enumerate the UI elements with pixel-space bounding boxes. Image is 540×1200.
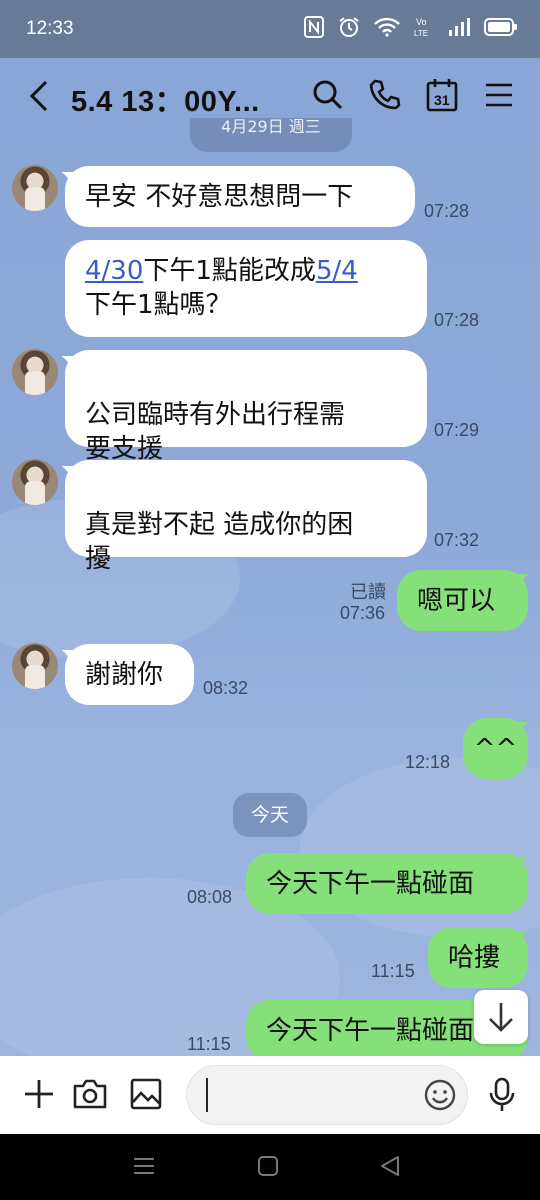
message-text: 哈摟	[448, 943, 501, 973]
call-button[interactable]	[366, 76, 404, 114]
arrow-down-icon	[489, 1003, 513, 1032]
status-time: 12:33	[26, 18, 74, 39]
message-bubble-incoming[interactable]: 真是對不起 造成你的困 擾	[65, 460, 427, 574]
message-time: 11:15	[371, 961, 415, 981]
avatar[interactable]	[12, 643, 58, 689]
system-back-button[interactable]	[378, 1154, 402, 1182]
message-text: 下午1點能改成	[143, 256, 316, 286]
date-chip-today: 今天	[233, 793, 307, 837]
nfc-icon	[304, 16, 324, 38]
search-icon	[313, 80, 343, 110]
message-time: 11:15	[187, 1034, 231, 1054]
message-bubble-outgoing[interactable]: 哈摟	[428, 927, 528, 988]
avatar[interactable]	[12, 459, 58, 505]
message-bubble-incoming[interactable]: 早安 不好意思想問一下	[65, 166, 415, 227]
scroll-to-bottom-button[interactable]	[474, 990, 528, 1044]
wifi-icon	[374, 17, 400, 37]
camera-icon	[73, 1079, 107, 1109]
recents-button[interactable]	[132, 1154, 156, 1182]
status-bar: 12:33 Vo LTE	[0, 0, 540, 58]
image-icon	[130, 1078, 162, 1110]
image-button[interactable]	[129, 1077, 163, 1115]
camera-button[interactable]	[72, 1077, 108, 1115]
text-caret	[206, 1078, 208, 1112]
status-icons: Vo LTE	[304, 16, 518, 38]
message-bubble-outgoing[interactable]: 嗯可以	[397, 570, 528, 631]
system-nav-bar	[0, 1134, 540, 1200]
back-icon	[29, 80, 48, 112]
back-nav-icon	[381, 1156, 399, 1176]
date-chip-partial: 4月29日 週三	[190, 118, 352, 152]
message-time: 07:29	[434, 420, 480, 440]
menu-icon	[486, 83, 512, 107]
message-bubble-incoming[interactable]: 4/30下午1點能改成5/4 下午1點嗎？	[65, 240, 427, 337]
message-text: 早安 不好意思想問一下	[85, 182, 354, 212]
avatar[interactable]	[12, 349, 58, 395]
chat-title[interactable]: 5.4 13：00Y...	[71, 78, 260, 120]
message-time: 07:28	[424, 201, 470, 221]
search-button[interactable]	[309, 76, 347, 114]
signal-icon	[449, 18, 470, 36]
svg-text:31: 31	[434, 92, 450, 108]
plus-icon	[25, 1080, 53, 1108]
svg-text:LTE: LTE	[414, 29, 428, 38]
message-text: 謝謝你	[85, 660, 164, 690]
input-bar	[0, 1056, 540, 1134]
back-button[interactable]	[22, 76, 58, 116]
message-text: 嗯可以	[417, 586, 496, 616]
phone-icon	[369, 79, 401, 110]
home-icon	[258, 1156, 278, 1176]
home-button[interactable]	[256, 1154, 280, 1182]
recents-icon	[134, 1158, 154, 1174]
date-link[interactable]: 4/30	[85, 256, 143, 286]
message-text: 下午1點嗎？	[85, 290, 232, 320]
message-bubble-incoming[interactable]: 謝謝你	[65, 644, 194, 705]
emoji-icon	[424, 1079, 456, 1111]
alarm-icon	[339, 17, 359, 37]
read-receipt: 已讀	[350, 582, 386, 603]
emoji-button[interactable]	[423, 1078, 457, 1116]
battery-icon	[484, 18, 517, 36]
avatar[interactable]	[12, 165, 58, 211]
message-time: 08:32	[203, 678, 249, 698]
message-text: 今天下午一點碰面	[266, 1016, 475, 1046]
volte-icon: Vo LTE	[414, 17, 428, 38]
calendar-icon: 31	[426, 79, 458, 112]
message-time: 08:08	[187, 887, 233, 907]
message-time: 07:28	[434, 310, 480, 330]
message-text: 今天下午一點碰面	[266, 869, 475, 899]
plus-button[interactable]	[22, 1077, 56, 1115]
calendar-button[interactable]: 31	[423, 76, 461, 114]
menu-button[interactable]	[480, 76, 518, 114]
message-time: 07:36	[340, 603, 386, 623]
date-link[interactable]: 5/4	[316, 256, 358, 286]
message-bubble-outgoing[interactable]: ^^	[463, 718, 528, 779]
message-bubble-outgoing[interactable]: 今天下午一點碰面	[246, 853, 528, 914]
message-time: 07:32	[434, 530, 480, 550]
message-text: ^^	[473, 734, 518, 764]
svg-text:Vo: Vo	[416, 17, 427, 27]
voice-button[interactable]	[487, 1077, 517, 1117]
message-bubble-incoming[interactable]: 公司臨時有外出行程需 要支援	[65, 350, 427, 464]
message-time: 12:18	[405, 752, 451, 772]
mic-icon	[489, 1077, 515, 1111]
